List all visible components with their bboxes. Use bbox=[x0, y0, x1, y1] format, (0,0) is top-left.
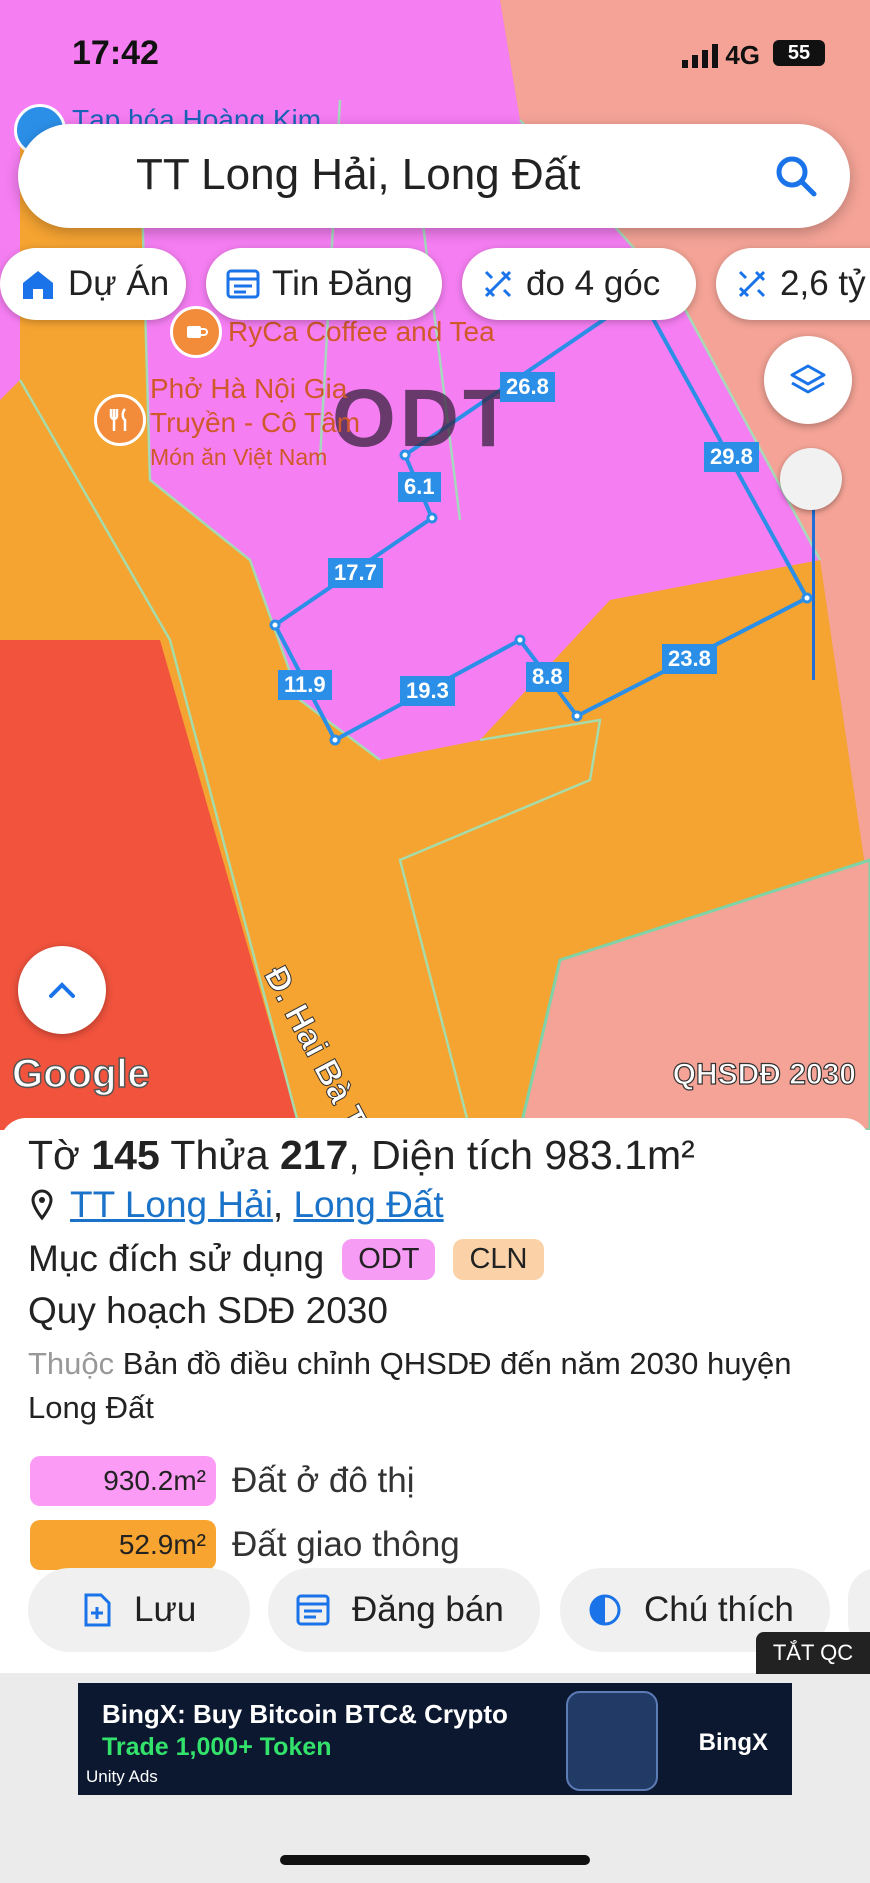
status-time: 17:42 bbox=[72, 34, 159, 72]
area-breakdown-row: 52.9m² Đất giao thông bbox=[30, 1520, 460, 1570]
belongs-text: Bản đồ điều chỉnh QHSDĐ đến năm 2030 huy… bbox=[28, 1346, 792, 1425]
signal-icon bbox=[682, 44, 718, 68]
purpose-badge-odt: ODT bbox=[342, 1238, 436, 1280]
thua-number: 217 bbox=[279, 1132, 349, 1178]
poi-label-coffee[interactable]: RyCa Coffee and Tea bbox=[228, 316, 495, 348]
area-label-residential: Đất ở đô thị bbox=[232, 1461, 415, 1500]
battery-icon: 55 bbox=[773, 40, 825, 66]
opacity-slider-track[interactable] bbox=[812, 480, 815, 680]
edge-length-label: 8.8 bbox=[526, 662, 569, 692]
ad-slot-machine-image bbox=[566, 1691, 658, 1791]
chip-label: Tin Đăng bbox=[272, 264, 413, 303]
purpose-label: Mục đích sử dụng bbox=[28, 1238, 325, 1279]
network-type: 4G bbox=[725, 40, 760, 70]
home-icon bbox=[23, 271, 53, 299]
belongs-label: Thuộc bbox=[28, 1346, 115, 1381]
edge-length-label: 29.8 bbox=[704, 442, 759, 472]
chip-label: đo 4 góc bbox=[526, 264, 661, 303]
chip-do-4-goc[interactable]: đo 4 góc bbox=[462, 248, 696, 320]
search-input[interactable]: TT Long Hải, Long Đất bbox=[136, 150, 580, 200]
ad-zone: BingX: Buy Bitcoin BTC& Crypto Trade 1,0… bbox=[0, 1673, 870, 1883]
measure-icon bbox=[738, 270, 766, 298]
expand-up-button[interactable] bbox=[18, 946, 106, 1034]
area-breakdown-row: 930.2m² Đất ở đô thị bbox=[30, 1456, 415, 1506]
poi-restaurant-line1: Phở Hà Nội Gia bbox=[150, 373, 348, 404]
plan-description: Thuộc Bản đồ điều chỉnh QHSDĐ đến năm 20… bbox=[28, 1342, 848, 1430]
google-attribution: Google bbox=[11, 1051, 150, 1097]
save-button[interactable]: Lưu bbox=[28, 1568, 250, 1652]
area-label: Diện tích bbox=[371, 1132, 533, 1178]
poi-restaurant-line2: Truyền - Cô Tâm bbox=[150, 407, 361, 438]
district-link[interactable]: Long Đất bbox=[293, 1184, 443, 1226]
layer-name-label: QHSDĐ 2030 bbox=[672, 1057, 857, 1091]
search-bar[interactable]: TT Long Hải, Long Đất bbox=[18, 124, 850, 228]
parcel-summary: Tờ 145 Thửa 217, Diện tích 983.1m² bbox=[28, 1132, 695, 1178]
search-icon[interactable] bbox=[772, 152, 820, 200]
measure-icon bbox=[484, 270, 512, 298]
town-link[interactable]: TT Long Hải bbox=[70, 1184, 273, 1226]
to-label: Tờ bbox=[28, 1132, 80, 1178]
parcel-address: TT Long Hải, Long Đất bbox=[28, 1184, 444, 1226]
area-label-road: Đất giao thông bbox=[232, 1525, 460, 1564]
contrast-icon bbox=[589, 1594, 621, 1626]
post-sale-label: Đăng bán bbox=[352, 1590, 504, 1629]
close-ads-button[interactable]: TẮT QC bbox=[756, 1632, 870, 1674]
ad-banner[interactable]: BingX: Buy Bitcoin BTC& Crypto Trade 1,0… bbox=[78, 1683, 792, 1795]
chip-du-an[interactable]: Dự Án bbox=[0, 248, 186, 320]
edge-length-label: 26.8 bbox=[500, 372, 555, 402]
to-number: 145 bbox=[91, 1132, 160, 1178]
layers-icon bbox=[790, 364, 826, 394]
land-purpose-row: Mục đích sử dụng ODT CLN bbox=[28, 1238, 544, 1280]
listing-icon bbox=[296, 1594, 330, 1626]
home-indicator bbox=[280, 1855, 590, 1865]
ad-provider: Unity Ads bbox=[86, 1767, 158, 1786]
poi-restaurant-category: Món ăn Việt Nam bbox=[150, 444, 328, 470]
opacity-slider-knob[interactable] bbox=[780, 448, 842, 510]
edge-length-label: 19.3 bbox=[400, 676, 455, 706]
chip-tin-dang[interactable]: Tin Đăng bbox=[206, 248, 442, 320]
filter-chips: Dự Án Tin Đăng đo 4 góc 2,6 tỷ bbox=[0, 248, 870, 320]
edge-length-label: 23.8 bbox=[662, 644, 717, 674]
area-bar-road: 52.9m² bbox=[30, 1520, 216, 1570]
add-file-icon bbox=[84, 1593, 111, 1627]
save-label: Lưu bbox=[134, 1590, 197, 1629]
post-sale-button[interactable]: Đăng bán bbox=[268, 1568, 540, 1652]
poi-label-restaurant[interactable]: Phở Hà Nội Gia Truyền - Cô Tâm Món ăn Vi… bbox=[150, 372, 360, 474]
ad-title: BingX: Buy Bitcoin BTC& Crypto bbox=[102, 1699, 508, 1729]
plan-title: Quy hoạch SDĐ 2030 bbox=[28, 1290, 388, 1331]
layers-button[interactable] bbox=[764, 336, 852, 424]
area-value: 983.1m² bbox=[544, 1132, 695, 1178]
edge-length-label: 17.7 bbox=[328, 558, 383, 588]
chip-label: 2,6 tỷ bbox=[780, 264, 866, 303]
location-pin-icon bbox=[31, 1189, 53, 1221]
ad-subtitle: Trade 1,000+ Token bbox=[102, 1733, 332, 1761]
legend-label: Chú thích bbox=[644, 1590, 794, 1629]
action-buttons: Lưu Đăng bán Chú thích bbox=[0, 1568, 870, 1652]
edge-length-label: 6.1 bbox=[398, 472, 441, 502]
list-icon bbox=[226, 269, 260, 299]
thua-label: Thửa bbox=[170, 1132, 269, 1178]
edge-length-label: 11.9 bbox=[278, 670, 332, 700]
area-bar-residential: 930.2m² bbox=[30, 1456, 216, 1506]
parcel-info-sheet: Tờ 145 Thửa 217, Diện tích 983.1m² TT Lo… bbox=[0, 1118, 870, 1673]
chip-price[interactable]: 2,6 tỷ bbox=[716, 248, 870, 320]
status-bar: 17:42 4G 55 bbox=[0, 0, 870, 110]
chevron-up-icon bbox=[49, 982, 75, 998]
ad-brand: BingX bbox=[698, 1729, 768, 1756]
purpose-badge-cln: CLN bbox=[453, 1238, 544, 1280]
chip-label: Dự Án bbox=[68, 264, 170, 303]
restaurant-pin-icon[interactable] bbox=[94, 394, 146, 446]
